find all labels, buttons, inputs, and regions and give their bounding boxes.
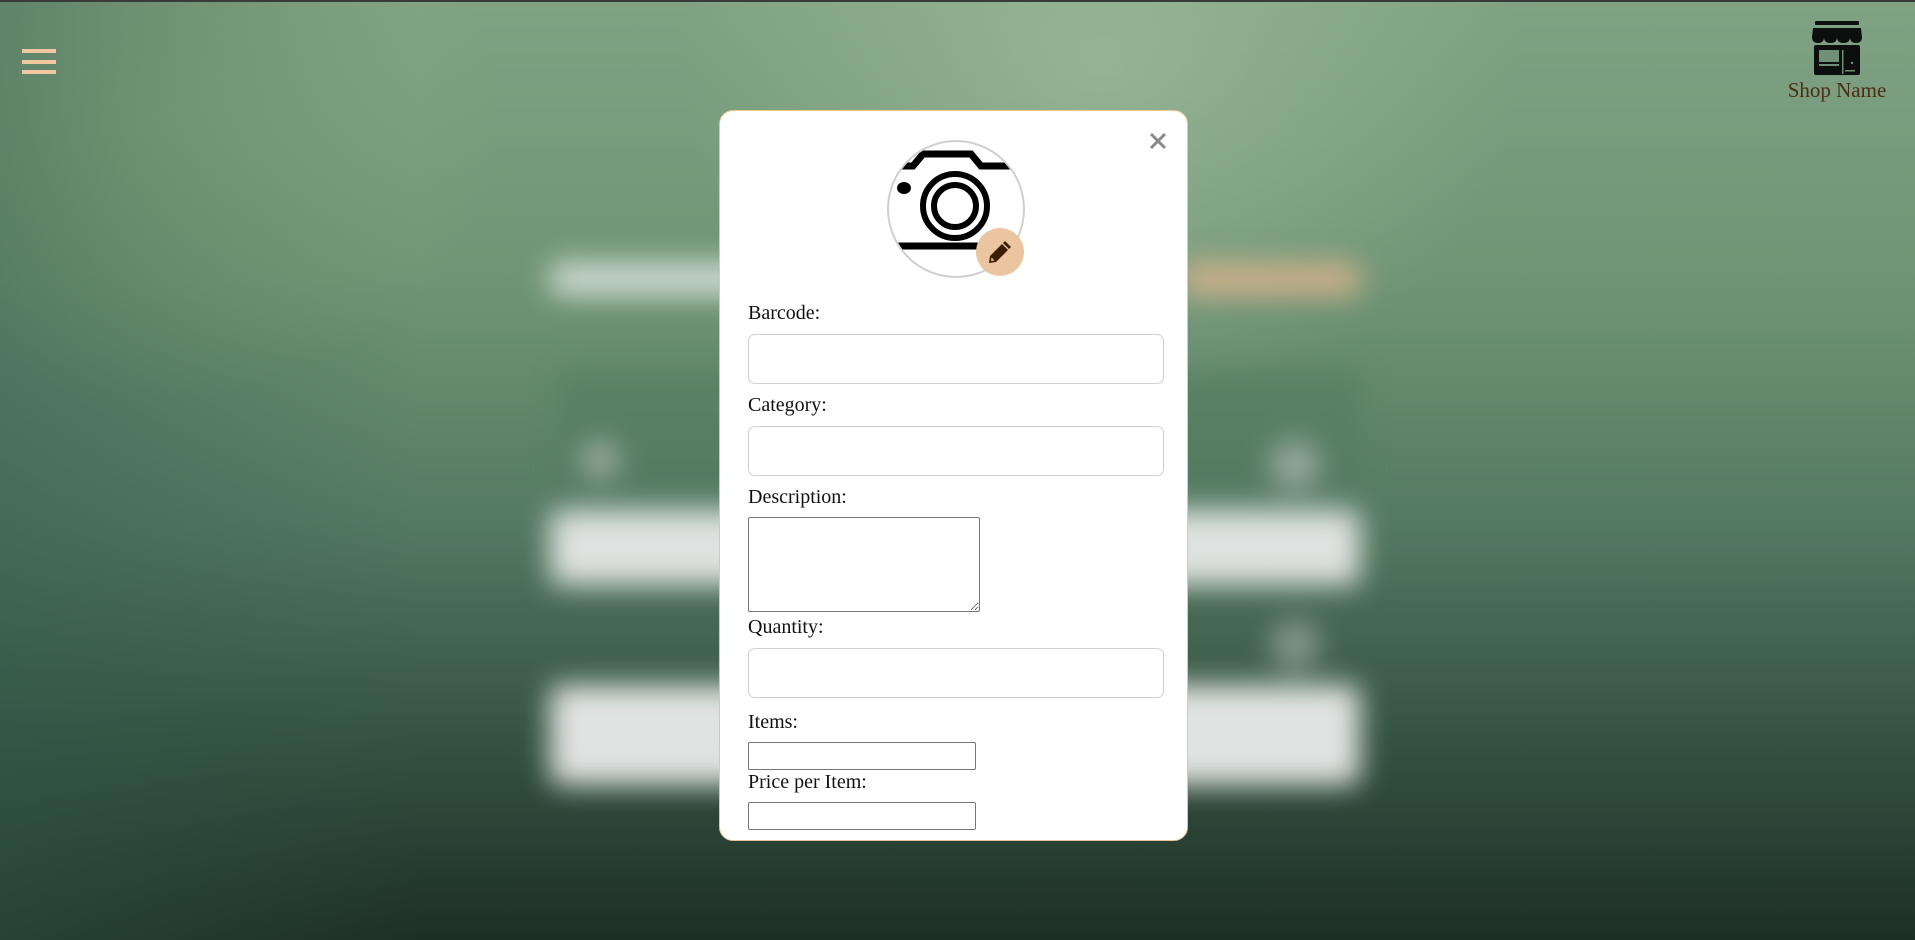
quantity-input[interactable] <box>748 648 1164 698</box>
description-label: Description: <box>748 486 847 508</box>
category-input[interactable] <box>748 426 1164 476</box>
price-per-item-label: Price per Item: <box>748 771 867 793</box>
pencil-icon <box>989 241 1011 263</box>
barcode-input[interactable] <box>748 334 1164 384</box>
barcode-label: Barcode: <box>748 302 821 324</box>
close-button[interactable] <box>1145 128 1171 154</box>
close-x-icon <box>1149 132 1167 150</box>
items-label: Items: <box>748 711 798 733</box>
product-form: Barcode: Category: Description: Quantity… <box>748 301 1166 830</box>
description-textarea[interactable] <box>748 517 980 612</box>
background-add-button <box>1180 262 1360 296</box>
product-image-picker[interactable] <box>887 140 1025 278</box>
top-border <box>0 0 1915 2</box>
quantity-label: Quantity: <box>748 616 824 638</box>
shop-name: Shop Name <box>1787 78 1887 102</box>
price-per-item-input[interactable] <box>748 802 976 830</box>
shop-brand[interactable]: Shop Name <box>1784 20 1890 103</box>
hamburger-menu-icon[interactable] <box>20 47 56 77</box>
category-label: Category: <box>748 394 827 416</box>
storefront-icon <box>1812 21 1862 75</box>
add-product-modal: Barcode: Category: Description: Quantity… <box>719 110 1188 841</box>
edit-image-button[interactable] <box>976 228 1024 276</box>
items-input[interactable] <box>748 742 976 770</box>
